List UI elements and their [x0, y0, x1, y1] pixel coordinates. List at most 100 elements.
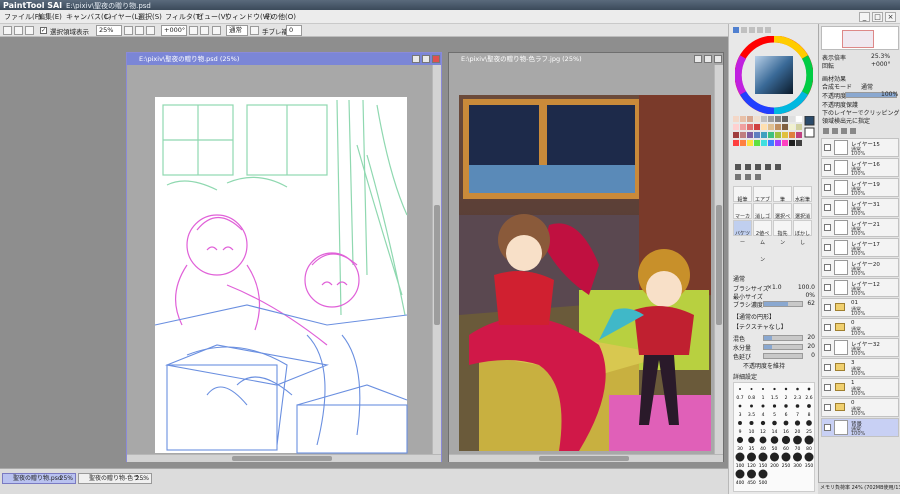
menu-view[interactable]: ビュー(V) — [197, 12, 228, 22]
document-title-lineart[interactable]: E:\pixiv\聖夜の贈り物.psd (25%) — [127, 53, 441, 65]
min-size-value[interactable]: 0% — [785, 292, 815, 299]
visibility-toggle-icon[interactable] — [824, 364, 831, 371]
visibility-toggle-icon[interactable] — [824, 324, 831, 331]
tool-selection-eraser[interactable]: 選択消し — [793, 203, 812, 246]
tool-blur[interactable]: ぼかし — [793, 220, 812, 237]
layer-row[interactable]: 0 通常 100% — [821, 318, 899, 337]
tool-watercolor[interactable]: 水彩筆 — [793, 186, 812, 203]
document-title-color[interactable]: E:\pixiv\聖夜の贈り物-色ラフ.jpg (25%) — [449, 53, 723, 65]
canvas-area-color[interactable] — [449, 65, 714, 454]
visibility-toggle-icon[interactable] — [824, 244, 831, 251]
layer-row[interactable]: レイヤー21 通常 100% — [821, 218, 899, 237]
doc-minimize-button[interactable] — [412, 55, 420, 63]
tool-brush[interactable]: 筆 — [773, 186, 792, 203]
visibility-toggle-icon[interactable] — [824, 184, 831, 191]
layer-row[interactable]: レイヤー17 通常 100% — [821, 238, 899, 257]
brush-size-multiplier[interactable]: ×1.0 — [767, 284, 782, 291]
new-folder-icon[interactable] — [832, 128, 838, 134]
doc-close-button[interactable] — [714, 55, 722, 63]
visibility-toggle-icon[interactable] — [824, 144, 831, 151]
selection-display-checkbox[interactable]: ✓ — [40, 27, 47, 34]
horizontal-scrollbar-lineart[interactable] — [127, 454, 441, 462]
blend-value[interactable]: 20 — [785, 334, 815, 341]
layer-row[interactable]: 01 通常 100% — [821, 298, 899, 317]
brush-blend-mode[interactable]: 通常 — [733, 274, 745, 283]
move-tool-icon[interactable] — [735, 164, 741, 170]
visibility-toggle-icon[interactable] — [824, 264, 831, 271]
visibility-toggle-icon[interactable] — [824, 204, 831, 211]
delete-layer-icon[interactable] — [850, 128, 856, 134]
layer-row[interactable]: レイヤー12 通常 100% — [821, 278, 899, 297]
layer-row[interactable]: 1 通常 100% — [821, 378, 899, 397]
stabilizer-field[interactable]: 0 — [286, 25, 302, 36]
texture-select[interactable]: 【テクスチャなし】 — [733, 322, 787, 331]
layer-row[interactable]: レイヤー20 通常 100% — [821, 258, 899, 277]
layer-row[interactable]: レイヤー15 通常 100% — [821, 138, 899, 157]
zoom-tool-icon[interactable] — [745, 164, 751, 170]
visibility-toggle-icon[interactable] — [824, 304, 831, 311]
detail-settings[interactable]: 詳細設定 — [733, 372, 757, 381]
tool-eraser[interactable]: 消しゴム — [753, 203, 772, 246]
layer-row[interactable]: 3 通常 100% — [821, 358, 899, 377]
document-window-color[interactable]: E:\pixiv\聖夜の贈り物-色ラフ.jpg (25%) — [448, 52, 724, 462]
rgb-slider-tab-icon[interactable] — [741, 27, 747, 33]
doc-maximize-button[interactable] — [704, 55, 712, 63]
tool-airbrush[interactable]: エアブラシ — [753, 186, 772, 229]
visibility-toggle-icon[interactable] — [824, 284, 831, 291]
visibility-toggle-icon[interactable] — [824, 384, 831, 391]
scratchpad-tab-icon[interactable] — [765, 27, 771, 33]
swatches[interactable] — [733, 115, 815, 160]
keep-opacity-label[interactable]: 不透明度を維持 — [743, 361, 785, 370]
layer-row[interactable]: 0 通常 100% — [821, 398, 899, 417]
magic-wand-tool-icon[interactable] — [755, 174, 761, 180]
flip-horizontal-icon[interactable] — [212, 26, 221, 35]
scroll-thumb[interactable] — [539, 456, 629, 461]
hsv-slider-tab-icon[interactable] — [749, 27, 755, 33]
doc-close-button[interactable] — [432, 55, 440, 63]
deselect-icon[interactable] — [3, 26, 12, 35]
zoom-in-icon[interactable] — [124, 26, 133, 35]
selection-source-checkbox[interactable]: 領域検出元に指定 — [822, 116, 870, 125]
zoom-reset-icon[interactable] — [146, 26, 155, 35]
menu-layer[interactable]: レイヤー(L) — [104, 12, 141, 22]
color-wheel[interactable] — [735, 36, 813, 114]
water-value[interactable]: 20 — [785, 343, 815, 350]
brush-size-value[interactable]: 100.0 — [785, 284, 815, 291]
scroll-thumb[interactable] — [716, 205, 722, 325]
selection-tool-icon[interactable] — [735, 174, 741, 180]
color-canvas[interactable] — [449, 65, 714, 454]
visibility-toggle-icon[interactable] — [824, 224, 831, 231]
rotate-right-icon[interactable] — [200, 26, 209, 35]
layer-row[interactable]: レイヤー32 通常 100% — [821, 338, 899, 357]
visibility-toggle-icon[interactable] — [824, 344, 831, 351]
navigator-angle-value[interactable]: +000° — [871, 61, 890, 68]
tool-pencil[interactable]: 鉛筆 — [733, 186, 752, 203]
color-wheel-tab-icon[interactable] — [733, 27, 739, 33]
visibility-toggle-icon[interactable] — [824, 404, 831, 411]
brush-size-grid[interactable]: 0.7 0.8 1 1.5 2 2.3 2.6 3 3.5 4 5 6 7 8 9 10 12 14 16 20 25 3… — [734, 383, 816, 493]
navigator-preview[interactable] — [821, 26, 899, 50]
new-layer-icon[interactable] — [823, 128, 829, 134]
blend-mode-select[interactable]: 通常 — [226, 25, 248, 36]
doc-minimize-button[interactable] — [694, 55, 702, 63]
doc-maximize-button[interactable] — [422, 55, 430, 63]
document-window-lineart[interactable]: E:\pixiv\聖夜の贈り物.psd (25%) — [126, 52, 442, 462]
menu-other[interactable]: その他(O) — [264, 12, 296, 22]
vertical-scrollbar-color[interactable] — [714, 65, 723, 454]
rotate-tool-icon[interactable] — [755, 164, 761, 170]
maximize-button[interactable]: □ — [872, 12, 883, 22]
navigator-zoom-value[interactable]: 25.3% — [871, 53, 890, 60]
swatch-tab-icon[interactable] — [757, 27, 763, 33]
layer-row[interactable]: 背景 通常 100% — [821, 418, 899, 437]
visibility-toggle-icon[interactable] — [824, 424, 831, 431]
angle-field[interactable]: +000° — [161, 25, 187, 36]
document-tab-lineart[interactable]: 聖夜の贈り物.psd 25% — [2, 473, 76, 484]
visibility-toggle-icon[interactable] — [824, 164, 831, 171]
minimize-button[interactable]: _ — [859, 12, 870, 22]
merge-down-icon[interactable] — [841, 128, 847, 134]
scroll-thumb[interactable] — [434, 205, 440, 325]
density-value[interactable]: 62 — [785, 300, 815, 307]
eyedropper-tool-icon[interactable] — [775, 164, 781, 170]
layer-row[interactable]: レイヤー16 通常 100% — [821, 158, 899, 177]
zoom-out-icon[interactable] — [135, 26, 144, 35]
